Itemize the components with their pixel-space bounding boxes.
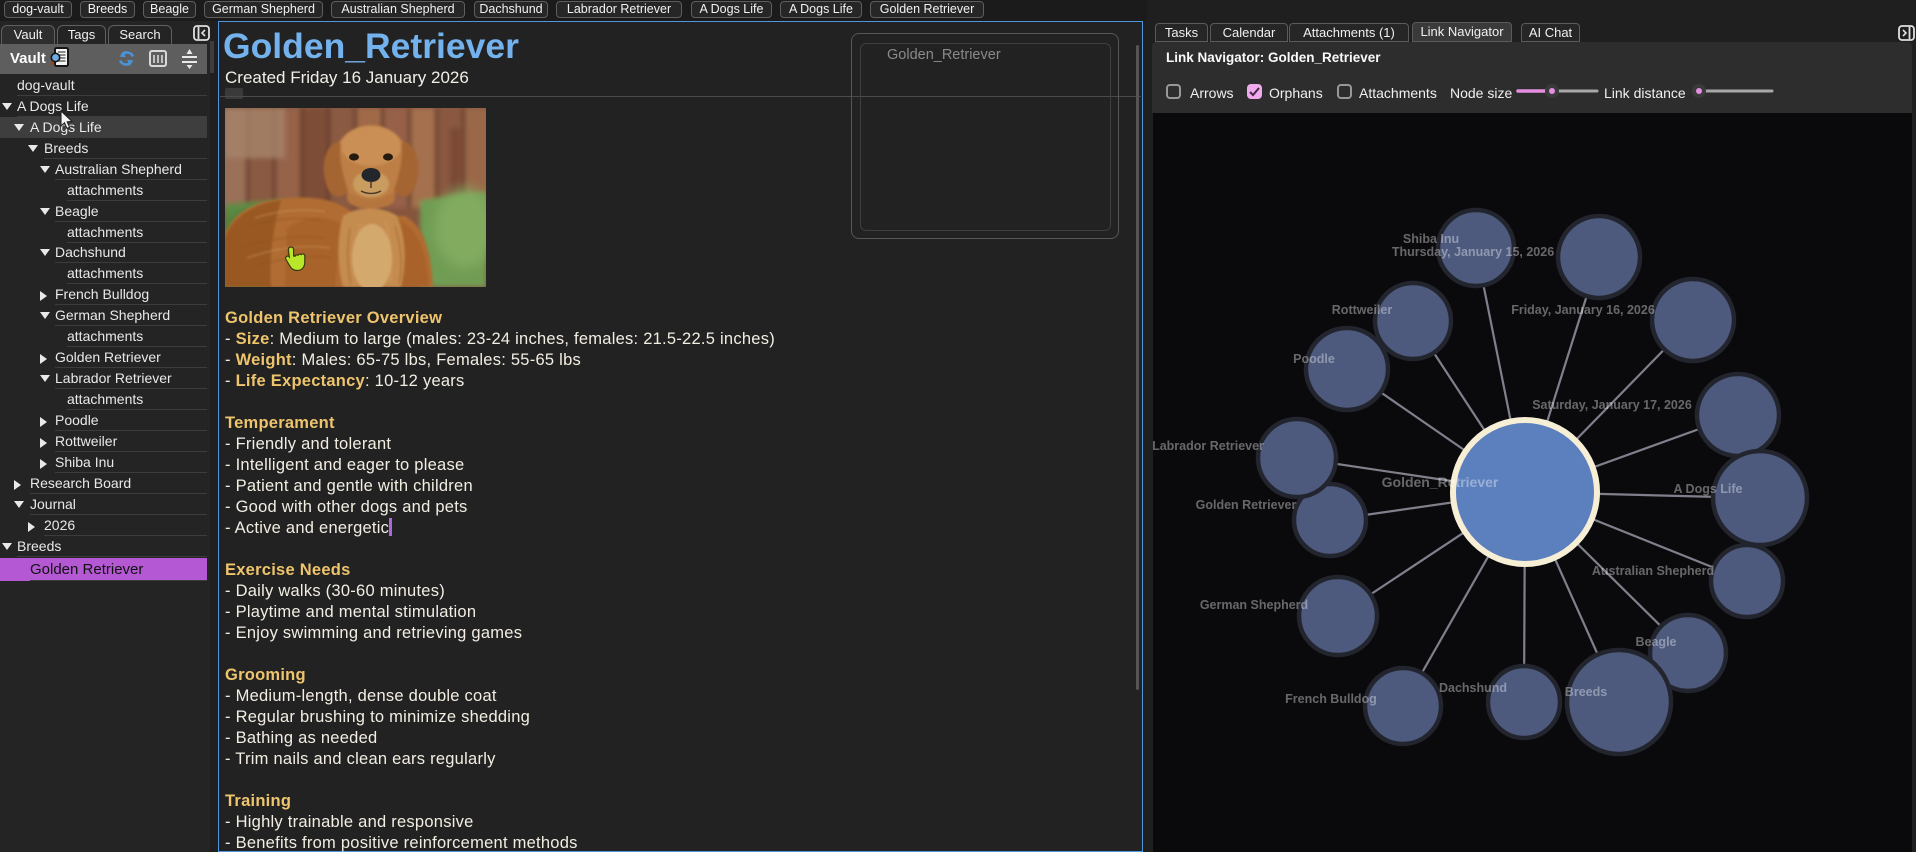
svg-text:German Shepherd: German Shepherd: [1200, 598, 1308, 612]
svg-text:French Bulldog: French Bulldog: [1285, 692, 1377, 706]
svg-text:Beagle: Beagle: [1636, 635, 1677, 649]
svg-text:Australian Shepherd: Australian Shepherd: [1592, 564, 1714, 578]
svg-text:Golden Retriever: Golden Retriever: [1196, 498, 1297, 512]
svg-text:Dachshund: Dachshund: [1439, 681, 1507, 695]
svg-text:Rottweiler: Rottweiler: [1332, 303, 1393, 317]
svg-text:Breeds: Breeds: [1565, 685, 1607, 699]
svg-text:Labrador Retriever: Labrador Retriever: [1153, 439, 1264, 453]
svg-text:Friday, January 16, 2026: Friday, January 16, 2026: [1511, 303, 1655, 317]
svg-text:Poodle: Poodle: [1293, 352, 1335, 366]
svg-text:Saturday, January 17, 2026: Saturday, January 17, 2026: [1532, 398, 1692, 412]
svg-text:Golden_Retriever: Golden_Retriever: [1382, 474, 1499, 490]
svg-text:A Dogs Life: A Dogs Life: [1674, 482, 1743, 496]
svg-text:Thursday, January 15, 2026: Thursday, January 15, 2026: [1392, 245, 1554, 259]
svg-text:Shiba Inu: Shiba Inu: [1403, 232, 1459, 246]
